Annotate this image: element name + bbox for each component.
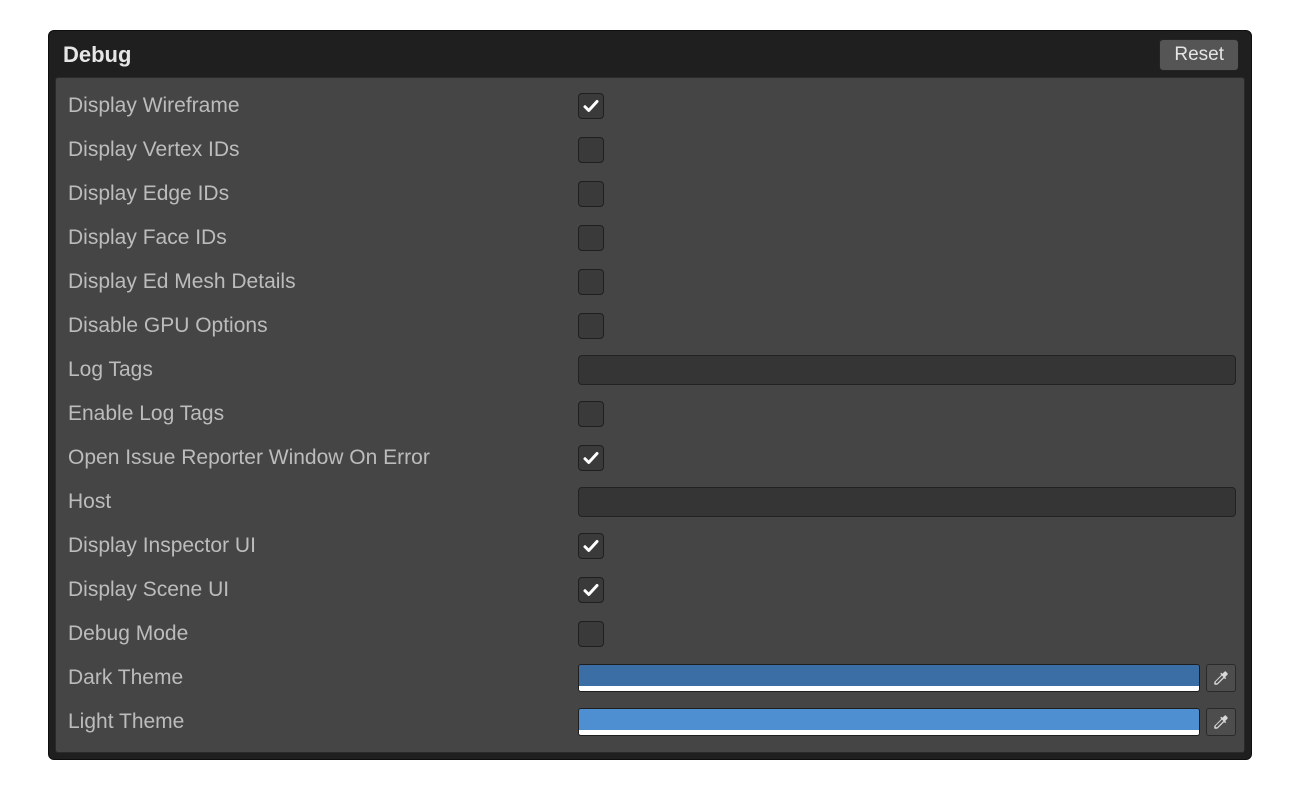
- setting-row-open-issue-reporter: Open Issue Reporter Window On Error: [64, 436, 1236, 480]
- setting-label: Disable GPU Options: [64, 314, 570, 338]
- setting-control: [578, 225, 1236, 251]
- panel-header: Debug Reset: [49, 31, 1251, 77]
- display-scene-ui-checkbox[interactable]: [578, 577, 604, 603]
- color-alpha-bar: [579, 730, 1199, 735]
- light-theme-color-field: [578, 708, 1236, 736]
- setting-label: Display Ed Mesh Details: [64, 270, 570, 294]
- setting-label: Display Edge IDs: [64, 182, 570, 206]
- setting-row-dark-theme: Dark Theme: [64, 656, 1236, 700]
- display-inspector-ui-checkbox[interactable]: [578, 533, 604, 559]
- reset-button[interactable]: Reset: [1159, 39, 1239, 71]
- dark-theme-color-swatch[interactable]: [578, 664, 1200, 692]
- disable-gpu-options-checkbox[interactable]: [578, 313, 604, 339]
- setting-label: Debug Mode: [64, 622, 570, 646]
- setting-label: Display Scene UI: [64, 578, 570, 602]
- setting-label: Enable Log Tags: [64, 402, 570, 426]
- dark-theme-color-field: [578, 664, 1236, 692]
- setting-control: [578, 355, 1236, 385]
- setting-control: [578, 533, 1236, 559]
- setting-label: Display Face IDs: [64, 226, 570, 250]
- open-issue-reporter-checkbox[interactable]: [578, 445, 604, 471]
- display-face-ids-checkbox[interactable]: [578, 225, 604, 251]
- enable-log-tags-checkbox[interactable]: [578, 401, 604, 427]
- panel-body: Display Wireframe Display Vertex IDs Displ…: [55, 77, 1245, 753]
- setting-row-display-vertex-ids: Display Vertex IDs: [64, 128, 1236, 172]
- color-fill: [579, 709, 1199, 730]
- setting-row-display-scene-ui: Display Scene UI: [64, 568, 1236, 612]
- setting-label: Open Issue Reporter Window On Error: [64, 446, 570, 470]
- setting-label: Display Vertex IDs: [64, 138, 570, 162]
- display-vertex-ids-checkbox[interactable]: [578, 137, 604, 163]
- setting-row-debug-mode: Debug Mode: [64, 612, 1236, 656]
- setting-control: [578, 487, 1236, 517]
- setting-control: [578, 401, 1236, 427]
- setting-control: [578, 269, 1236, 295]
- setting-label: Light Theme: [64, 710, 570, 734]
- setting-row-host: Host: [64, 480, 1236, 524]
- debug-panel: Debug Reset Display Wireframe Display Ver…: [48, 30, 1252, 760]
- setting-control: [578, 93, 1236, 119]
- setting-control: [578, 708, 1236, 736]
- debug-mode-checkbox[interactable]: [578, 621, 604, 647]
- log-tags-input[interactable]: [578, 355, 1236, 385]
- setting-control: [578, 577, 1236, 603]
- display-edge-ids-checkbox[interactable]: [578, 181, 604, 207]
- setting-label: Log Tags: [64, 358, 570, 382]
- setting-row-display-edge-ids: Display Edge IDs: [64, 172, 1236, 216]
- setting-row-display-wireframe: Display Wireframe: [64, 84, 1236, 128]
- setting-row-light-theme: Light Theme: [64, 700, 1236, 744]
- setting-control: [578, 445, 1236, 471]
- setting-row-enable-log-tags: Enable Log Tags: [64, 392, 1236, 436]
- setting-label: Host: [64, 490, 570, 514]
- setting-label: Display Inspector UI: [64, 534, 570, 558]
- setting-label: Dark Theme: [64, 666, 570, 690]
- setting-label: Display Wireframe: [64, 94, 570, 118]
- setting-control: [578, 664, 1236, 692]
- setting-row-disable-gpu-options: Disable GPU Options: [64, 304, 1236, 348]
- color-fill: [579, 665, 1199, 686]
- color-alpha-bar: [579, 686, 1199, 691]
- setting-control: [578, 137, 1236, 163]
- display-wireframe-checkbox[interactable]: [578, 93, 604, 119]
- setting-row-display-inspector-ui: Display Inspector UI: [64, 524, 1236, 568]
- eyedropper-icon[interactable]: [1206, 708, 1236, 736]
- light-theme-color-swatch[interactable]: [578, 708, 1200, 736]
- panel-title: Debug: [63, 42, 131, 68]
- setting-control: [578, 313, 1236, 339]
- host-input[interactable]: [578, 487, 1236, 517]
- eyedropper-icon[interactable]: [1206, 664, 1236, 692]
- setting-control: [578, 621, 1236, 647]
- display-ed-mesh-details-checkbox[interactable]: [578, 269, 604, 295]
- setting-control: [578, 181, 1236, 207]
- setting-row-display-ed-mesh-details: Display Ed Mesh Details: [64, 260, 1236, 304]
- setting-row-log-tags: Log Tags: [64, 348, 1236, 392]
- setting-row-display-face-ids: Display Face IDs: [64, 216, 1236, 260]
